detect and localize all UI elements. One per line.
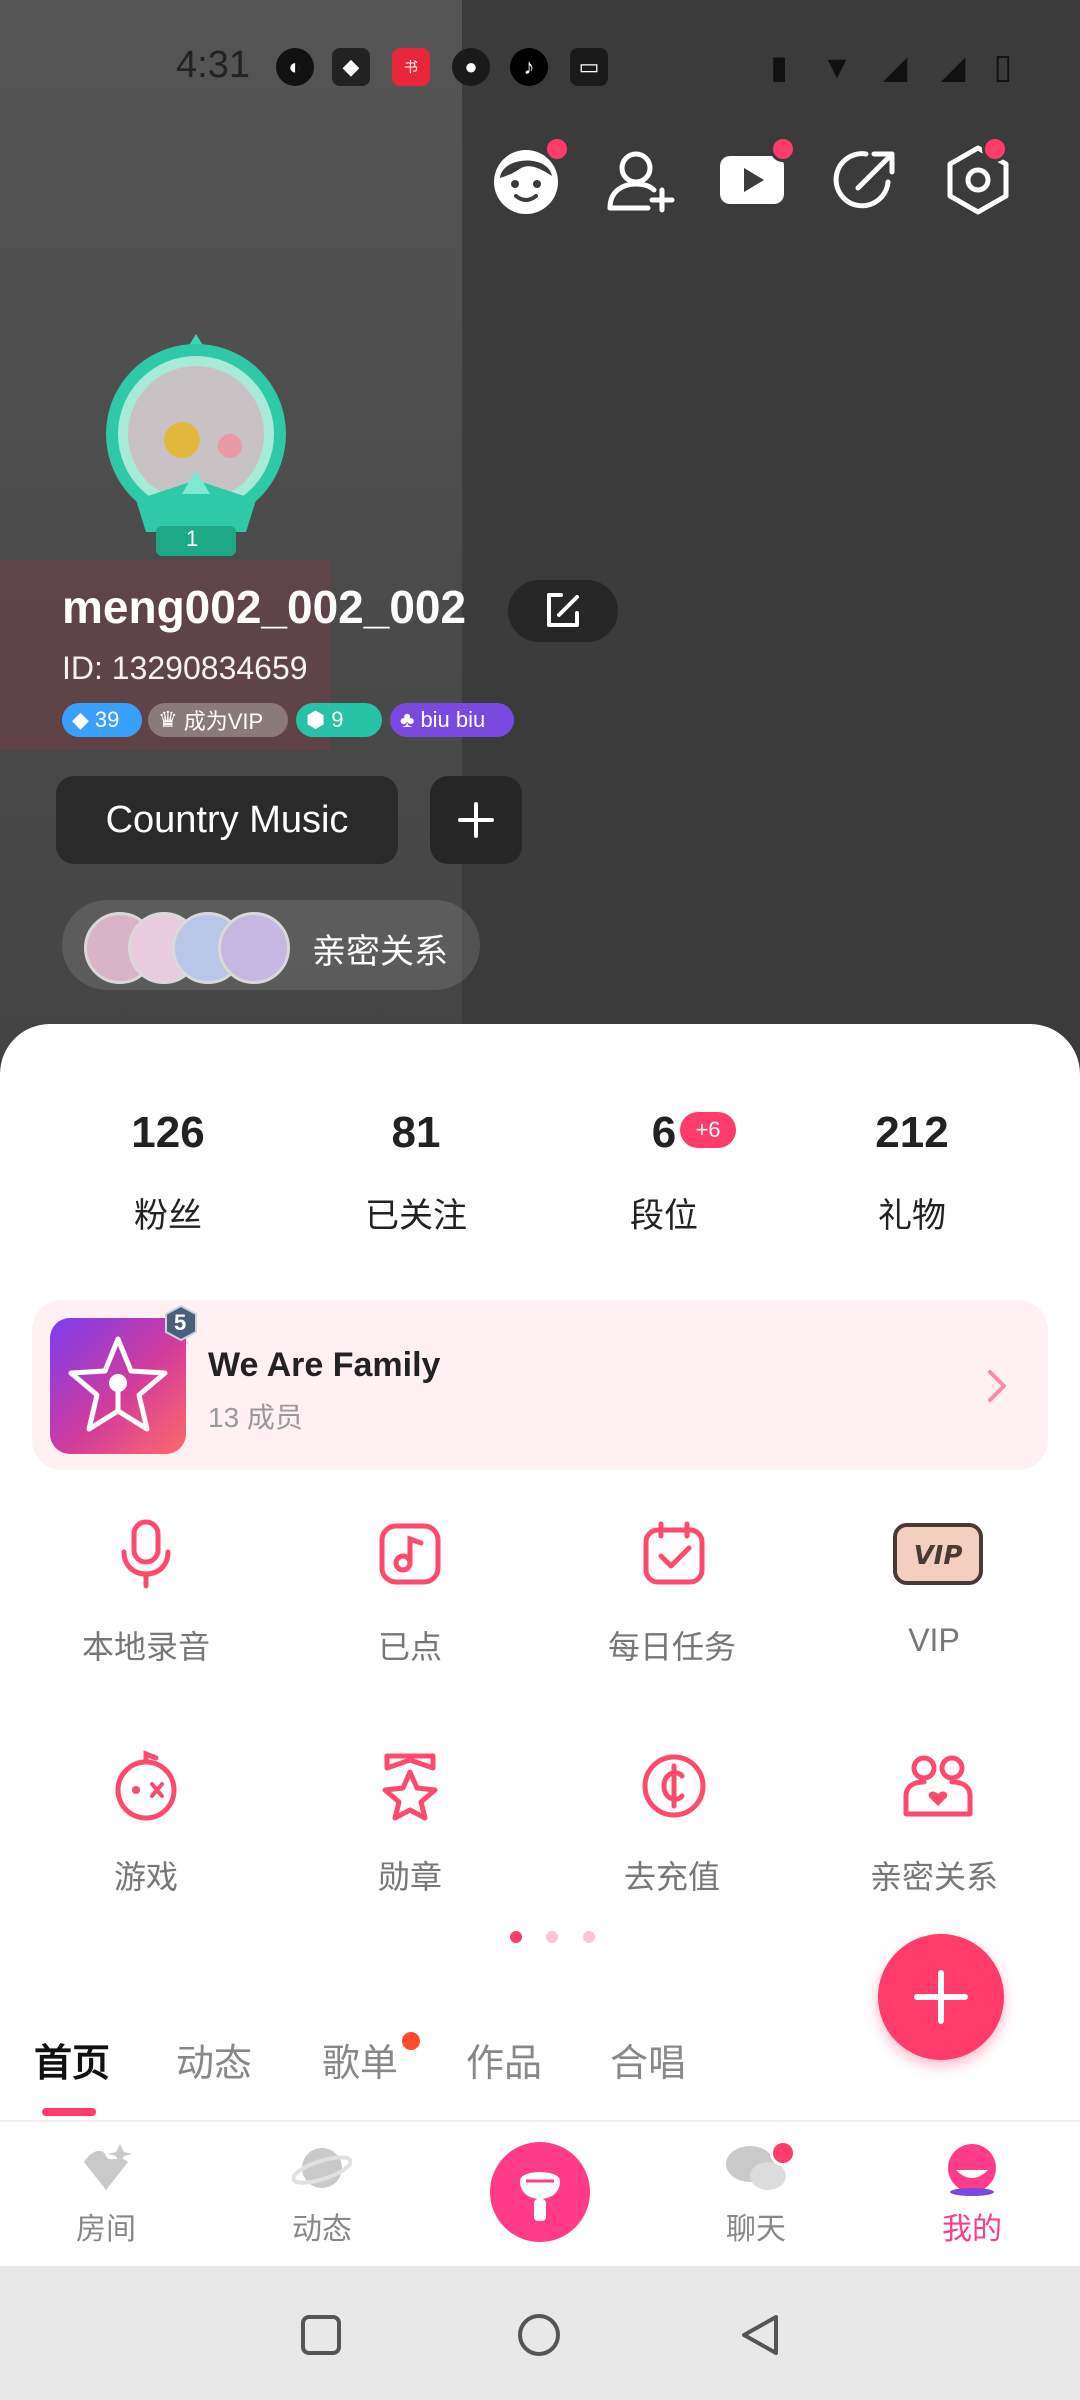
diamond-icon: ◆ [72, 707, 89, 732]
plus-icon [914, 1970, 968, 2024]
tab-playlists[interactable]: 歌单 [322, 2032, 398, 2087]
feature-daily-tasks[interactable]: 每日任务 [552, 1622, 792, 1668]
triangle-back-icon [742, 2315, 778, 2355]
feature-local-recording[interactable]: 本地录音 [26, 1622, 266, 1668]
plus-icon [458, 802, 494, 838]
family-title: We Are Family [208, 1346, 441, 1384]
music-tag[interactable]: Country Music [56, 776, 398, 864]
create-button[interactable] [878, 1934, 1004, 2060]
microphone-icon [520, 2172, 560, 2221]
pager-dots [500, 1930, 605, 1943]
room-icon [84, 2144, 132, 2190]
feature-recharge[interactable]: 去充值 [552, 1852, 792, 1898]
pager-dot [546, 1931, 559, 1943]
stat-fans-value[interactable]: 126 [68, 1108, 268, 1158]
square-icon [301, 2315, 341, 2355]
gem-icon: ⬢ [306, 707, 326, 732]
stat-gifts-value[interactable]: 212 [812, 1108, 1012, 1158]
feature-games[interactable]: 游戏 [26, 1852, 266, 1898]
family-level-badge: 5 [162, 1304, 200, 1342]
level-badge[interactable]: ◆ 39 [62, 703, 142, 737]
feature-medals[interactable]: 勋章 [290, 1852, 530, 1898]
nav-feed[interactable]: 动态 [242, 2140, 402, 2248]
feature-requested[interactable]: 已点 [290, 1622, 530, 1668]
family-members: 13 成员 [208, 1402, 303, 1433]
group-icon: ♣ [400, 707, 415, 732]
battery-icon: ▯ [993, 48, 1013, 86]
nav-chat[interactable]: 聊天 [676, 2140, 836, 2248]
wifi-icon: ▼ [821, 48, 853, 85]
svg-text:VIP: VIP [914, 1541, 963, 1571]
nav-sing-button[interactable] [490, 2142, 590, 2242]
share-icon[interactable] [826, 140, 906, 220]
status-screen-icon: ▭ [570, 48, 608, 86]
circle-icon [518, 2314, 560, 2356]
stat-following-label[interactable]: 已关注 [316, 1188, 516, 1237]
stat-rank-label[interactable]: 段位 [564, 1188, 764, 1237]
vip-icon[interactable]: VIP [890, 1514, 986, 1594]
planet-icon [292, 2148, 352, 2188]
intimate-icon[interactable] [898, 1746, 978, 1826]
add-friend-icon[interactable] [600, 140, 680, 220]
edit-icon [547, 593, 579, 627]
add-tag-button[interactable] [430, 776, 522, 864]
signal2-icon: ◢ [940, 49, 966, 85]
chat-notification-dot [770, 2140, 796, 2166]
stat-following-value[interactable]: 81 [316, 1108, 516, 1158]
chevron-right-icon [986, 1366, 1010, 1406]
xiaohongshu-icon: 书 [392, 48, 430, 86]
status-time: 4:31 [176, 44, 250, 86]
back-button[interactable] [738, 2312, 784, 2363]
tab-posts[interactable]: 动态 [176, 2032, 252, 2087]
intimate-avatar-4 [218, 912, 290, 984]
tab-duets[interactable]: 合唱 [610, 2032, 686, 2087]
tab-playlists-dot [402, 2032, 420, 2050]
user-id: ID: 13290834659 [62, 650, 308, 686]
group-badge[interactable]: ♣ biu biu [390, 703, 514, 737]
github-icon: ● [452, 48, 490, 86]
recharge-icon[interactable] [634, 1746, 714, 1826]
pager-dot-active [510, 1931, 522, 1943]
vibrate-icon: ▮ [770, 49, 788, 85]
recents-button[interactable] [298, 2312, 344, 2363]
vip-badge[interactable]: ♛ 成为VIP [148, 703, 288, 737]
stat-fans-label[interactable]: 粉丝 [68, 1188, 268, 1237]
feature-vip[interactable]: VIP [814, 1622, 1054, 1659]
edit-profile-button[interactable] [508, 580, 618, 642]
avatar[interactable]: 1 [96, 330, 296, 560]
tab-home[interactable]: 首页 [34, 2032, 110, 2087]
status-notification-icon: ◐ [276, 48, 314, 86]
face-notification-dot [544, 136, 570, 162]
game-icon[interactable] [106, 1746, 186, 1826]
feature-intimate[interactable]: 亲密关系 [814, 1852, 1054, 1898]
intimate-label: 亲密关系 [312, 933, 448, 971]
crown-icon: ♛ [158, 707, 178, 732]
avatar-level: 1 [186, 526, 199, 551]
settings-notification-dot [982, 136, 1008, 162]
stat-gifts-label[interactable]: 礼物 [812, 1188, 1012, 1237]
music-note-icon[interactable] [370, 1514, 450, 1594]
home-button[interactable] [516, 2312, 562, 2363]
star-mic-icon [68, 1336, 168, 1432]
gem-badge[interactable]: ⬢ 9 [296, 703, 382, 737]
video-notification-dot [770, 136, 796, 162]
nav-me[interactable]: 我的 [892, 2140, 1052, 2248]
tiktok-icon: ♪ [510, 48, 548, 86]
calendar-check-icon[interactable] [634, 1514, 714, 1594]
me-icon [948, 2144, 996, 2196]
status-app-icon: ◆ [332, 48, 370, 86]
signal-icon: ◢ [882, 49, 908, 85]
microphone-icon[interactable] [106, 1514, 186, 1594]
pager-dot [582, 1931, 595, 1943]
medal-icon[interactable] [370, 1746, 450, 1826]
nav-rooms[interactable]: 房间 [26, 2140, 186, 2248]
username: meng002_002_002 [62, 581, 467, 633]
tab-works[interactable]: 作品 [466, 2032, 542, 2087]
tab-indicator [42, 2108, 96, 2116]
rank-plus-badge: +6 [680, 1112, 736, 1148]
